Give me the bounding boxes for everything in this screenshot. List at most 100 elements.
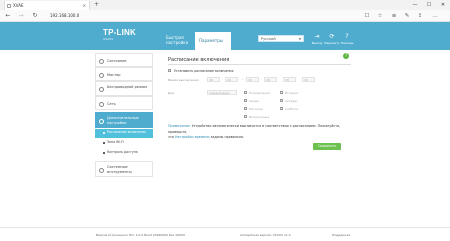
sidebar-subitem-schedule[interactable]: Расписание включения: [95, 129, 153, 138]
day-checkbox[interactable]: [280, 91, 284, 95]
status-icon: [99, 58, 104, 64]
help-circle-icon[interactable]: ?: [343, 53, 349, 59]
new-tab-icon[interactable]: +: [94, 1, 99, 9]
settings-icon: [99, 118, 104, 124]
time-separator: —: [241, 77, 244, 81]
day-label: Четверг: [285, 99, 298, 103]
day-checkbox[interactable]: [244, 99, 248, 103]
page-footer: Версия встроенного ПО: 1.0.0 Build 20160…: [0, 227, 450, 241]
sidebar-item-system-tools[interactable]: Системные инструменты: [95, 161, 153, 177]
minimize-icon[interactable]: —: [408, 0, 422, 10]
close-tab-icon[interactable]: ✕: [83, 1, 86, 10]
time-separator: :: [222, 77, 224, 81]
sidebar-item-label: Беспроводной режим: [107, 84, 148, 89]
maximize-icon[interactable]: ☐: [422, 0, 436, 10]
day-checkbox[interactable]: [244, 107, 248, 111]
note-text: Устройство автоматически выключится в со…: [168, 124, 341, 134]
bullet-icon: [103, 142, 105, 144]
firmware-version: Версия встроенного ПО: 1.0.0 Build 20160…: [96, 233, 185, 237]
language-select[interactable]: Русский ▼: [258, 35, 304, 42]
days-label: Дни: [168, 91, 175, 95]
sidebar-item-label: Системные инструменты: [107, 165, 132, 174]
sidebar-subitem-label: Расписание включения: [107, 130, 147, 134]
tp-link-logo: TP-LINK: [103, 28, 136, 37]
sidebar-subitem-access-control[interactable]: Контроль доступа: [95, 149, 153, 158]
day-label: Понедельник: [249, 91, 271, 95]
favorite-star-icon[interactable]: ☆: [375, 11, 385, 21]
hardware-version: Аппаратная версия: XXXXX v1.0: [240, 233, 291, 237]
title-divider: [168, 64, 351, 65]
refresh-icon[interactable]: ↻: [30, 11, 40, 21]
help-button-label[interactable]: Помощь: [338, 41, 356, 45]
day-label: Вторник: [285, 91, 299, 95]
reading-view-icon[interactable]: ☐: [362, 11, 372, 21]
tools-icon: [99, 167, 104, 173]
language-value: Русский: [261, 37, 276, 41]
day-checkbox[interactable]: [244, 115, 248, 119]
time-hour-field[interactable]: 00: [207, 77, 220, 82]
sidebar-subitem-label: Зона Wi-Fi: [107, 140, 124, 144]
sidebar-item-wireless[interactable]: Беспроводной режим: [95, 81, 153, 96]
help-icon[interactable]: ?: [340, 33, 354, 40]
sidebar-item-label: Состояние: [107, 58, 127, 63]
day-label: Пятница: [249, 107, 263, 111]
sidebar-item-label: Сеть: [107, 101, 116, 106]
sidebar-item-label: Мастер: [107, 72, 121, 77]
tab-quick-setup[interactable]: Быстрая настройка: [162, 32, 194, 50]
router-model: XXXXX: [103, 37, 114, 41]
browser-tab-title: XVAE: [13, 3, 24, 8]
sidebar-item-status[interactable]: Состояние: [95, 53, 153, 67]
day-label: Суббота: [285, 107, 298, 111]
time-settings-link[interactable]: Настройки времени: [175, 135, 210, 139]
share-icon[interactable]: ⇪: [415, 11, 425, 21]
enable-schedule-checkbox[interactable]: [168, 69, 172, 73]
time-extra-field[interactable]: 00: [302, 77, 315, 82]
day-checkbox[interactable]: [244, 91, 248, 95]
tab-advanced[interactable]: Параметры: [195, 32, 231, 50]
reboot-icon[interactable]: ⟳: [325, 33, 339, 40]
enable-schedule-label: Установить расписание включения: [174, 69, 234, 73]
sidebar-nav: Состояние Мастер Беспроводной режим Сеть…: [95, 50, 153, 183]
day-label: Среда: [249, 99, 259, 103]
time-label: Время выключения: [168, 78, 199, 82]
hub-icon[interactable]: ≡: [389, 11, 399, 21]
sidebar-item-label: Дополнительные настройки: [107, 116, 139, 125]
web-note-icon[interactable]: ✎: [402, 11, 412, 21]
page-favicon-icon: [7, 3, 11, 8]
browser-tab-strip: XVAE ✕ + — ☐ ✕: [0, 0, 450, 10]
time-separator: :: [261, 77, 263, 81]
note-text-2: что: [168, 135, 174, 139]
browser-address-bar: ← → ↻ 192.168.100.0 ☐ ☆ ≡ ✎ ⇪ …: [0, 10, 450, 22]
sidebar-item-advanced[interactable]: Дополнительные настройки: [95, 112, 153, 128]
sidebar-subitem-wifi-zone[interactable]: Зона Wi-Fi: [95, 139, 153, 148]
back-icon[interactable]: ←: [3, 11, 13, 21]
bullet-icon: [103, 152, 105, 154]
wizard-icon: [99, 72, 104, 78]
sidebar-item-wizard[interactable]: Мастер: [95, 67, 153, 81]
page-title: Расписание включения: [168, 57, 230, 63]
bullet-icon: [103, 132, 105, 134]
chevron-down-icon: ▼: [298, 37, 301, 41]
note-text-3: заданы правильно.: [210, 135, 245, 139]
logout-icon[interactable]: ⇥: [310, 33, 324, 40]
day-checkbox[interactable]: [280, 99, 284, 103]
browser-tab[interactable]: XVAE ✕: [4, 1, 90, 10]
save-button[interactable]: Сохранить: [313, 143, 341, 150]
time-hour-end-field[interactable]: 00: [246, 77, 259, 82]
sidebar-item-network[interactable]: Сеть: [95, 96, 153, 110]
forward-icon[interactable]: →: [16, 11, 26, 21]
wireless-icon: [99, 87, 104, 92]
sidebar-subitem-label: Контроль доступа: [107, 150, 138, 154]
network-icon: [99, 101, 104, 107]
time-minute-field[interactable]: 00: [225, 77, 238, 82]
time-minute-end-field[interactable]: 00: [264, 77, 277, 82]
days-select[interactable]: каждый день: [207, 90, 237, 95]
time-extra-field[interactable]: 00: [283, 77, 296, 82]
more-icon[interactable]: …: [430, 11, 440, 21]
support-link[interactable]: Поддержка: [332, 233, 350, 237]
url-field[interactable]: 192.168.100.0: [50, 11, 79, 21]
note-title: Примечание:: [168, 124, 191, 128]
close-window-icon[interactable]: ✕: [436, 0, 450, 10]
schedule-note: Примечание: Устройство автоматически вык…: [168, 124, 356, 141]
day-checkbox[interactable]: [280, 107, 284, 111]
